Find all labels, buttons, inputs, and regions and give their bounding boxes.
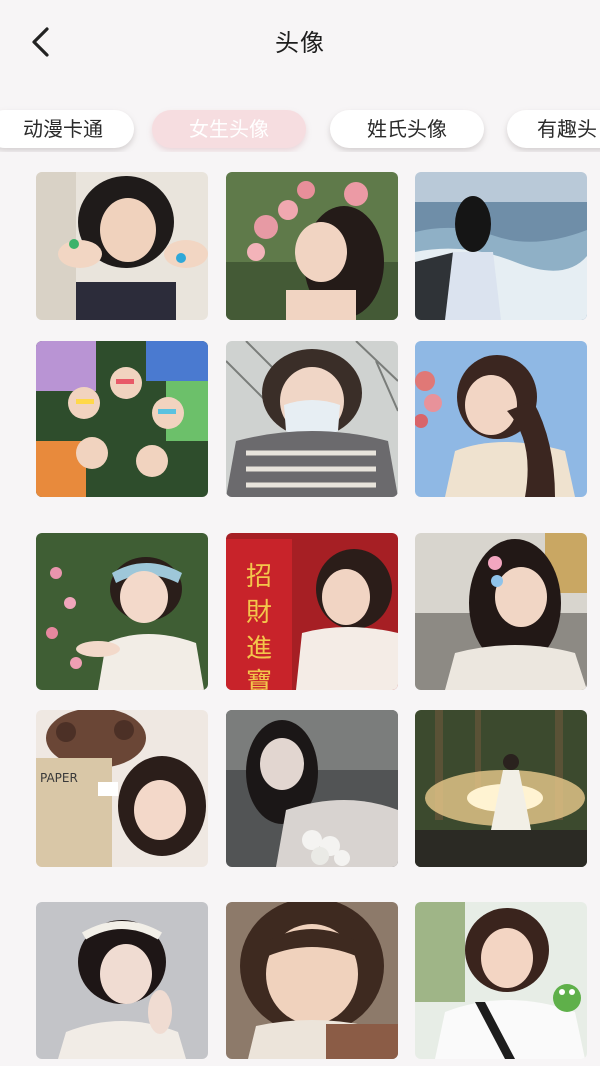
avatar-grid: 招 財 進 寶 PAPER <box>0 0 600 1066</box>
avatar-thumbnail-5[interactable] <box>226 341 398 497</box>
svg-text:進: 進 <box>246 634 272 664</box>
avatar-thumbnail-6[interactable] <box>415 341 587 497</box>
svg-text:PAPER: PAPER <box>40 771 78 785</box>
avatar-thumbnail-1[interactable] <box>36 172 208 320</box>
avatar-thumbnail-14[interactable] <box>226 902 398 1059</box>
svg-text:寶: 寶 <box>246 668 272 690</box>
avatar-thumbnail-4[interactable] <box>36 341 208 497</box>
avatar-thumbnail-9[interactable] <box>415 533 587 690</box>
avatar-thumbnail-11[interactable] <box>226 710 398 867</box>
avatar-thumbnail-15[interactable] <box>415 902 587 1059</box>
svg-text:招: 招 <box>246 562 272 592</box>
avatar-thumbnail-12[interactable] <box>415 710 587 867</box>
avatar-thumbnail-3[interactable] <box>415 172 587 320</box>
avatar-thumbnail-7[interactable] <box>36 533 208 690</box>
avatar-thumbnail-10[interactable]: PAPER <box>36 710 208 867</box>
avatar-thumbnail-13[interactable] <box>36 902 208 1059</box>
avatar-thumbnail-2[interactable] <box>226 172 398 320</box>
avatar-thumbnail-8[interactable]: 招 財 進 寶 <box>226 533 398 690</box>
svg-text:財: 財 <box>246 598 272 628</box>
